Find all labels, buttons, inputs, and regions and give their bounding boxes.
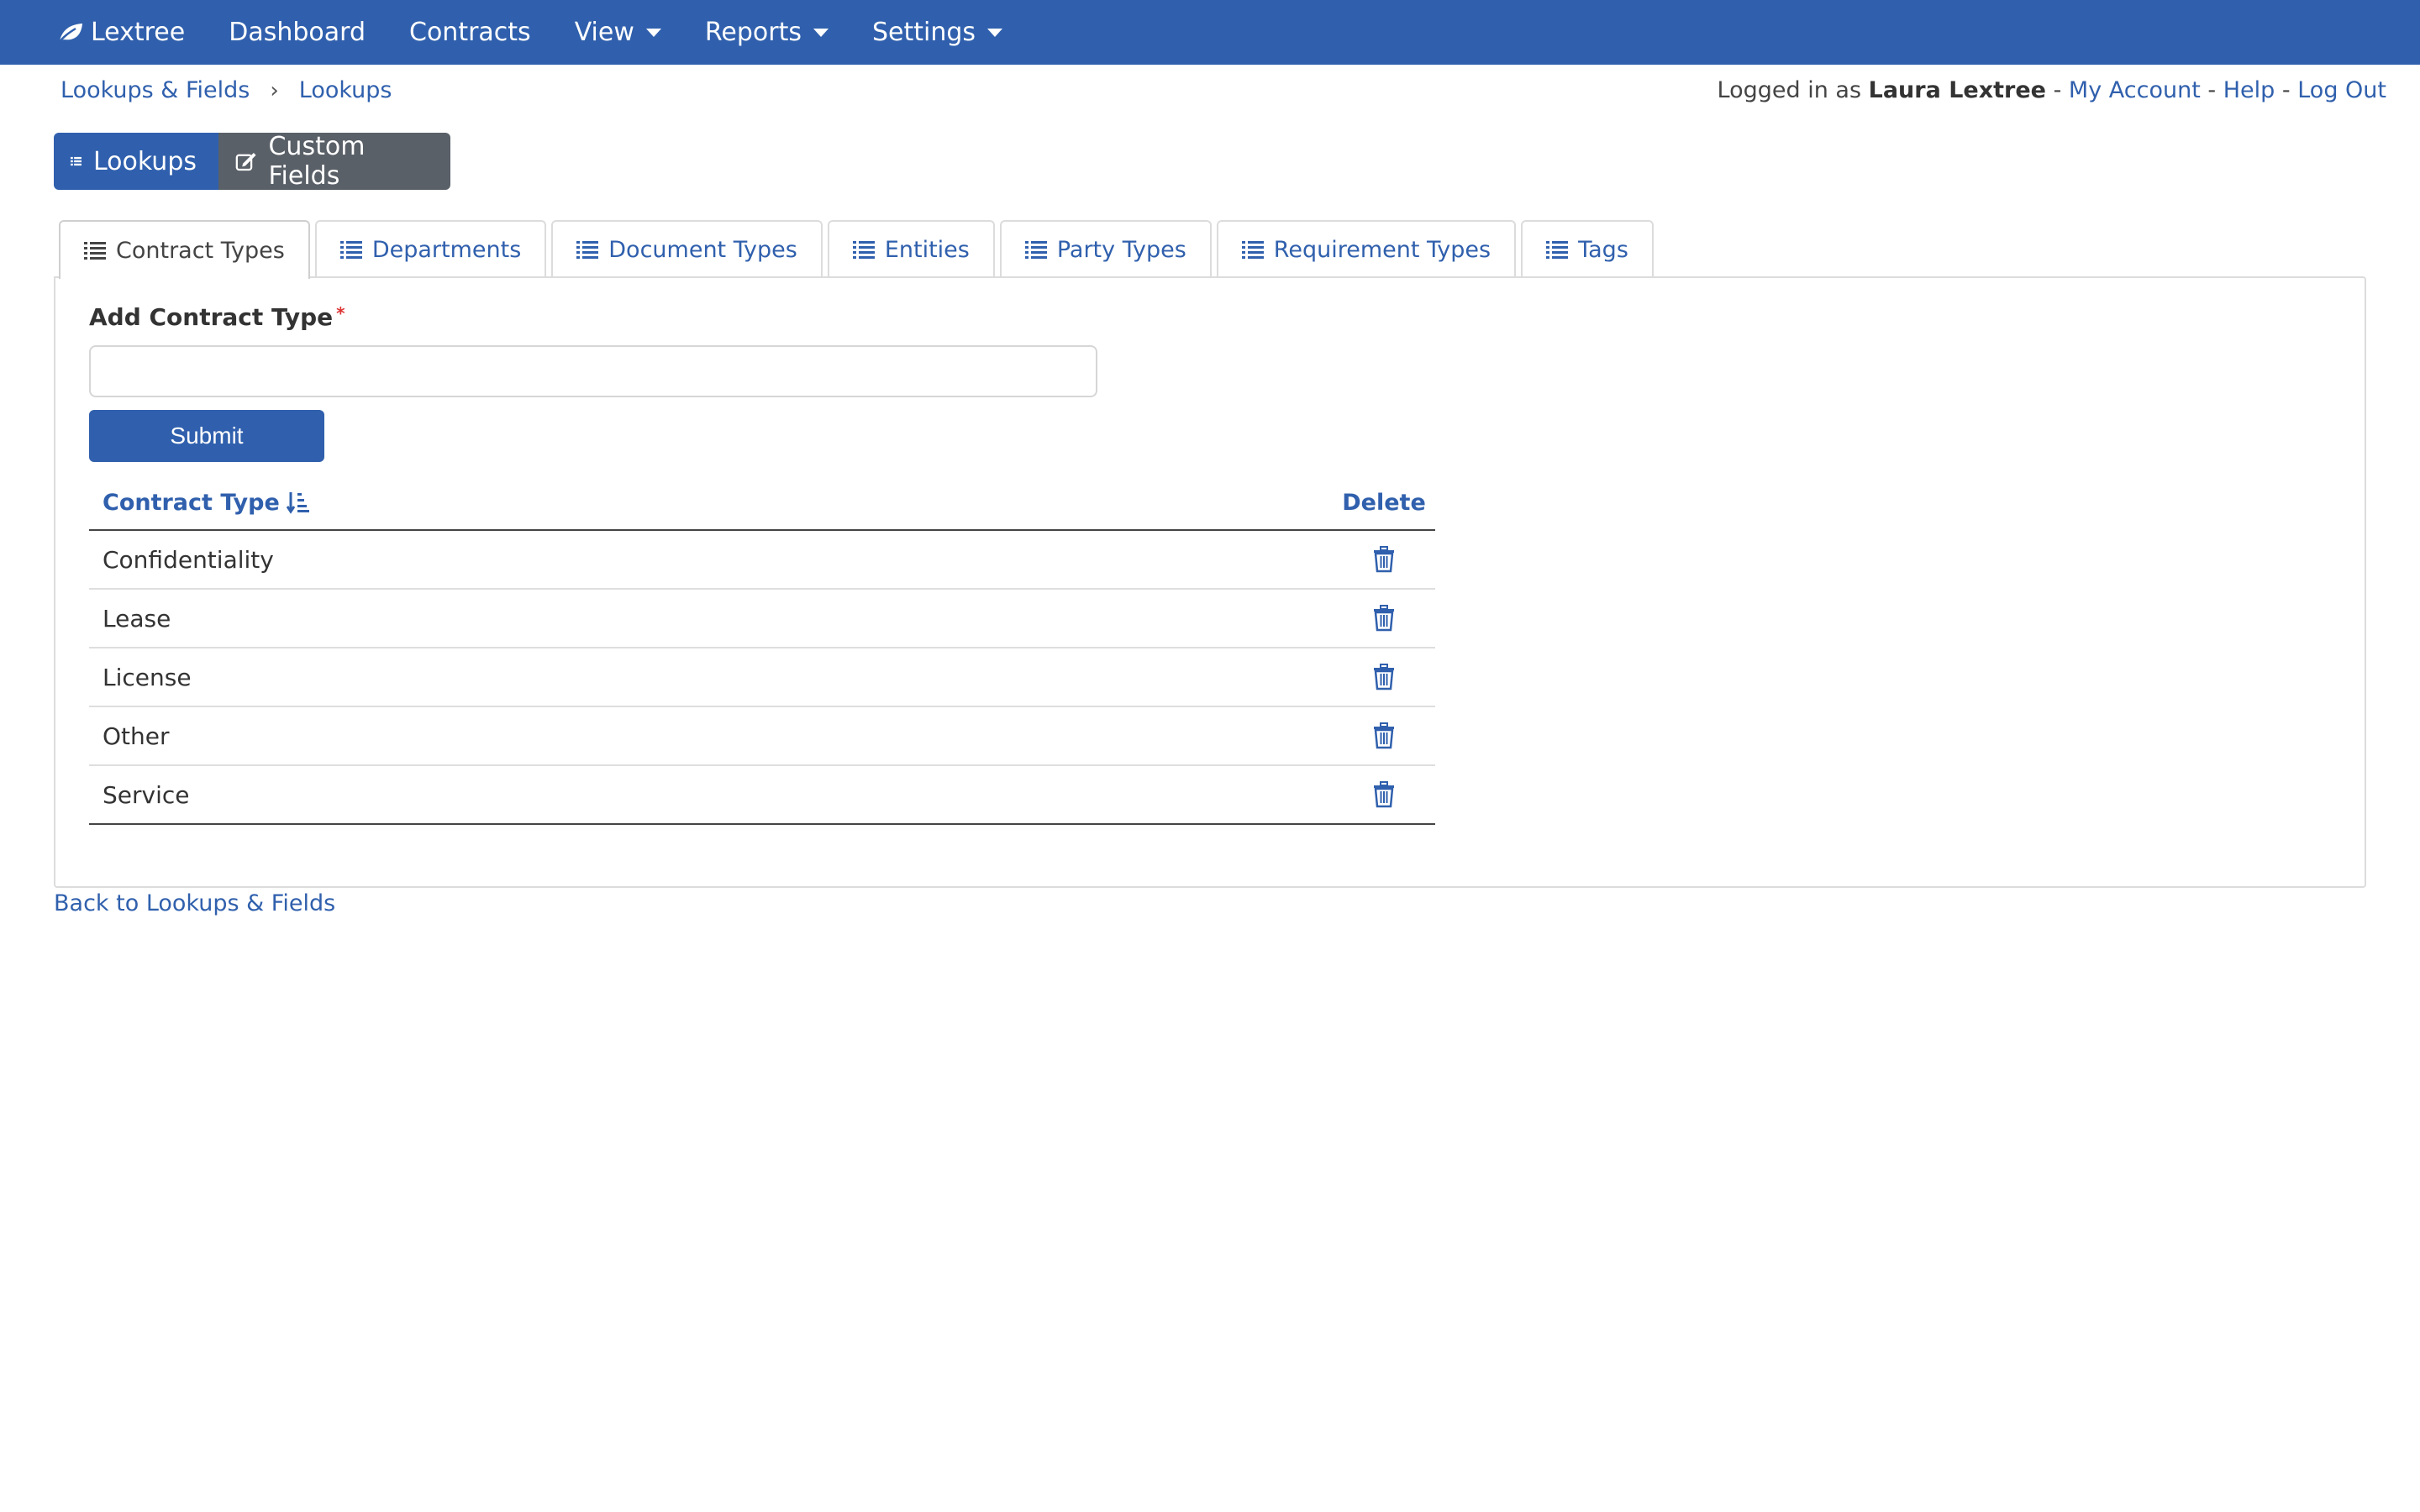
lookups-button-label: Lookups	[92, 146, 197, 176]
lookup-card: Add Contract Type * Submit Contract Type …	[54, 276, 2366, 888]
header-row: Lookups & Fields › Lookups Logged in as …	[0, 77, 2420, 111]
separator: -	[2207, 77, 2217, 103]
breadcrumb-lookups-fields[interactable]: Lookups & Fields	[60, 77, 250, 103]
delete-button[interactable]	[1346, 722, 1422, 749]
tab-party-types[interactable]: Party Types	[999, 220, 1212, 277]
custom-fields-button-label: Custom Fields	[268, 132, 366, 191]
top-navbar: Lextree Dashboard Contracts View Reports…	[0, 0, 2420, 65]
nav-dashboard-label: Dashboard	[229, 18, 366, 47]
list-icon	[339, 241, 362, 259]
help-link[interactable]: Help	[2223, 77, 2275, 103]
user-name: Laura Lextree	[1868, 77, 2046, 103]
contract-type-cell: Other	[103, 722, 170, 750]
user-info: Logged in as Laura Lextree - My Account …	[1718, 77, 2386, 103]
tab-label: Requirement Types	[1273, 236, 1491, 263]
contract-type-column-header[interactable]: Contract Type	[103, 490, 310, 516]
custom-fields-button[interactable]: Custom Fields	[218, 132, 450, 191]
section-toggle: Lookups Custom Fields	[54, 132, 450, 191]
table-body: Confidentiality Lease License Other Serv…	[89, 531, 1435, 825]
tab-tags[interactable]: Tags	[1521, 220, 1654, 277]
delete-button[interactable]	[1346, 781, 1422, 808]
tab-label: Entities	[884, 236, 970, 263]
log-out-link[interactable]: Log Out	[2297, 77, 2386, 103]
list-icon	[1241, 241, 1264, 259]
tab-entities[interactable]: Entities	[827, 220, 995, 277]
delete-button[interactable]	[1346, 605, 1422, 632]
nav-contracts-label: Contracts	[409, 18, 531, 47]
nav-dashboard[interactable]: Dashboard	[229, 18, 366, 47]
separator: -	[2053, 77, 2062, 103]
contract-types-table: Contract Type Delete Confidentiality Lea…	[89, 475, 1435, 825]
nav-contracts[interactable]: Contracts	[409, 18, 531, 47]
trash-icon	[1374, 781, 1394, 808]
contract-type-input[interactable]	[89, 345, 1097, 397]
brand-link[interactable]: Lextree	[57, 18, 185, 47]
caret-down-icon	[987, 28, 1003, 37]
breadcrumb-lookups[interactable]: Lookups	[299, 77, 392, 103]
brand-name: Lextree	[91, 18, 186, 47]
table-row: Confidentiality	[89, 531, 1435, 590]
nav-settings-dropdown[interactable]: Settings	[871, 18, 1003, 47]
nav-settings-label: Settings	[871, 18, 976, 47]
tab-departments[interactable]: Departments	[314, 220, 547, 277]
tab-label: Departments	[371, 236, 522, 263]
required-marker: *	[336, 303, 345, 323]
trash-icon	[1374, 664, 1394, 690]
table-row: Service	[89, 766, 1435, 825]
list-icon	[852, 241, 875, 259]
lookups-button[interactable]: Lookups	[54, 133, 218, 190]
nav-view-label: View	[574, 18, 634, 47]
table-row: Lease	[89, 590, 1435, 648]
logged-in-prefix: Logged in as	[1717, 77, 1862, 103]
tab-contract-types[interactable]: Contract Types	[59, 220, 310, 279]
nav-reports-dropdown[interactable]: Reports	[705, 18, 829, 47]
nav-view-dropdown[interactable]: View	[575, 18, 661, 47]
back-to-lookups-link[interactable]: Back to Lookups & Fields	[54, 890, 335, 916]
submit-button[interactable]: Submit	[89, 410, 324, 462]
edit-icon	[235, 152, 256, 171]
delete-column-header: Delete	[1342, 489, 1426, 516]
contract-type-cell: License	[103, 663, 192, 691]
contract-type-cell: Confidentiality	[103, 545, 274, 574]
tab-label: Tags	[1578, 236, 1628, 263]
list-icon	[1546, 241, 1569, 259]
form-label-text: Add Contract Type	[89, 303, 334, 331]
breadcrumb: Lookups & Fields › Lookups	[60, 77, 392, 103]
contract-type-header-label: Contract Type	[103, 489, 280, 516]
add-contract-type-label: Add Contract Type *	[89, 303, 345, 331]
nav-reports-label: Reports	[704, 18, 802, 47]
my-account-link[interactable]: My Account	[2069, 77, 2201, 103]
table-row: License	[89, 648, 1435, 707]
tab-label: Party Types	[1056, 236, 1186, 263]
list-icon	[84, 242, 106, 260]
caret-down-icon	[813, 28, 829, 37]
list-icon	[576, 241, 599, 259]
sort-alpha-down-icon	[286, 492, 309, 514]
lookup-tabs: Contract Types Departments Document Type…	[59, 220, 1659, 279]
delete-button[interactable]	[1346, 664, 1422, 690]
tab-label: Contract Types	[116, 237, 285, 264]
trash-icon	[1374, 546, 1394, 573]
trash-icon	[1374, 722, 1394, 749]
list-icon	[71, 156, 82, 166]
trash-icon	[1374, 605, 1394, 632]
list-icon	[1024, 241, 1047, 259]
table-header: Contract Type Delete	[89, 475, 1435, 531]
caret-down-icon	[645, 28, 661, 37]
tab-requirement-types[interactable]: Requirement Types	[1216, 220, 1517, 277]
breadcrumb-separator: ›	[270, 77, 279, 103]
contract-type-cell: Service	[103, 780, 190, 809]
tab-label: Document Types	[608, 236, 797, 263]
delete-button[interactable]	[1346, 546, 1422, 573]
tab-document-types[interactable]: Document Types	[551, 220, 823, 277]
leaf-icon	[57, 23, 82, 45]
table-row: Other	[89, 707, 1435, 766]
separator: -	[2281, 77, 2291, 103]
contract-type-cell: Lease	[103, 604, 171, 633]
